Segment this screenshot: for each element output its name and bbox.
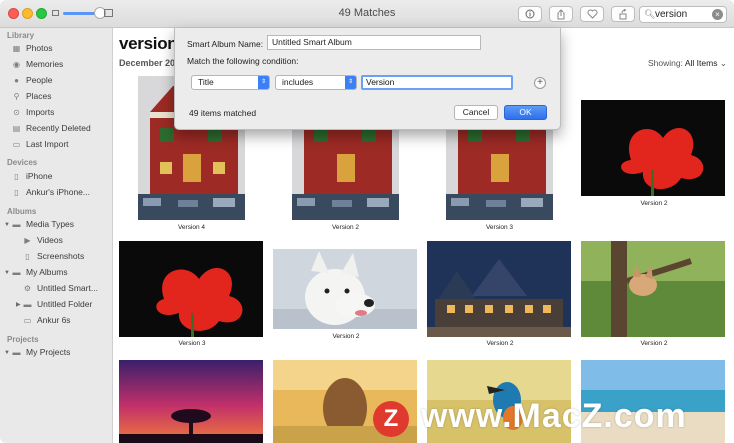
photo-thumbnail[interactable] [119,241,263,337]
sidebar-item-untitled-smart[interactable]: ⚙ Untitled Smart... [22,281,98,296]
photo-thumbnail[interactable] [119,360,263,443]
photos-window: 49 Matches 🔍︎ version × Library ▦ Photos … [0,0,734,443]
photo-caption: Version 2 [640,200,668,207]
showing-filter[interactable]: Showing: All Items ⌄ [648,58,727,69]
sidebar-item-my-albums[interactable]: ▬ My Albums [11,265,68,280]
imports-icon: ⊙ [13,108,20,117]
zoom-in-icon [104,9,113,17]
album-icon: ▭ [12,140,21,149]
sidebar-item-last-import[interactable]: ▭ Last Import [11,137,69,152]
chevron-updown-icon: ⇕ [258,76,269,89]
section-library-title: Library [7,31,35,40]
sidebar-item-imports[interactable]: ⊙ Imports [11,105,54,120]
info-button[interactable] [518,6,542,22]
photos-icon: ▦ [12,44,21,53]
cancel-button[interactable]: Cancel [454,105,498,120]
section-projects-title: Projects [7,335,39,344]
sidebar-item-photos[interactable]: ▦ Photos [11,41,53,56]
disclosure-open-icon[interactable]: ▼ [4,270,10,276]
sidebar-item-my-projects[interactable]: ▬ My Projects [11,345,71,360]
photo-thumbnail[interactable] [581,100,725,196]
search-field[interactable]: 🔍︎ version × [639,6,727,23]
photo-thumbnail[interactable] [581,241,725,337]
screenshot-icon: ▯ [25,252,30,261]
favorite-button[interactable] [580,6,604,22]
photo-thumbnail[interactable] [273,249,417,329]
disclosure-open-icon[interactable]: ▼ [4,222,10,228]
album-name-label: Smart Album Name: [187,39,264,49]
folder-icon: ▬ [12,220,21,229]
match-condition-label: Match the following condition: [187,56,299,66]
folder-icon: ▬ [12,348,21,357]
clear-search-icon[interactable]: × [712,9,723,20]
search-icon: 🔍︎ [644,9,656,19]
maximize-window-button[interactable] [36,8,47,19]
sidebar-item-iphone[interactable]: ▯ iPhone [11,169,52,184]
operator-select[interactable]: includes ⇕ [275,75,357,90]
share-button[interactable] [549,6,573,22]
rotate-icon [619,8,627,20]
people-icon: ● [14,76,19,85]
sidebar-item-ankur-6s[interactable]: ▭ Ankur 6s [22,313,71,328]
photo-caption: Version 4 [177,224,206,231]
sidebar-item-screenshots[interactable]: ▯ Screenshots [22,249,84,264]
date-subtitle: December 201 [119,58,181,68]
watermark-logo: Z [373,401,409,437]
window-title: 49 Matches [338,7,396,19]
sidebar-item-untitled-folder[interactable]: ▬ Untitled Folder [22,297,93,312]
disclosure-closed-icon[interactable]: ▶ [16,301,21,308]
album-name-input[interactable]: Untitled Smart Album [267,35,481,50]
search-input[interactable]: version [655,9,687,20]
sidebar: Library ▦ Photos ◉ Memories ● People ⚲ Place… [0,28,113,443]
trash-icon: ▤ [12,124,21,133]
add-condition-button[interactable]: + [534,77,546,89]
photo-caption: Version 3 [178,340,206,347]
gear-icon: ⚙ [23,284,32,293]
watermark-text: www.MacZ.com [421,397,687,435]
sidebar-item-recently-deleted[interactable]: ▤ Recently Deleted [11,121,91,136]
zoom-out-icon [52,10,59,16]
memories-icon: ◉ [13,60,20,69]
photo-thumbnail[interactable] [427,241,571,337]
title-bar: 49 Matches 🔍︎ version × [0,0,734,28]
heart-icon [587,9,597,19]
sidebar-item-people[interactable]: ● People [11,73,52,88]
sidebar-item-media-types[interactable]: ▬ Media Types [11,217,75,232]
disclosure-open-icon[interactable]: ▼ [4,350,10,356]
photo-caption: Version 2 [332,333,360,340]
iphone-icon: ▯ [14,172,19,181]
photo-caption: Version 2 [640,340,668,347]
condition-value-input[interactable]: Version [361,75,513,90]
sidebar-item-ankurs-iphone[interactable]: ▯ Ankur's iPhone... [11,185,90,200]
chevron-down-icon: ⌄ [719,58,727,68]
section-albums-title: Albums [7,207,37,216]
folder-icon: ▬ [23,300,32,309]
items-matched-count: 49 items matched [189,108,257,118]
chevron-updown-icon: ⇕ [345,76,356,89]
section-devices-title: Devices [7,158,38,167]
minimize-window-button[interactable] [22,8,33,19]
sidebar-item-places[interactable]: ⚲ Places [11,89,52,104]
pin-icon: ⚲ [13,92,20,101]
iphone-icon: ▯ [14,188,19,197]
page-title: version [119,34,178,53]
info-icon [525,9,535,19]
rotate-button[interactable] [611,6,635,22]
photo-caption: Version 3 [485,224,514,231]
folder-icon: ▬ [12,268,21,277]
field-select[interactable]: Title ⇕ [191,75,270,90]
sidebar-item-memories[interactable]: ◉ Memories [11,57,63,72]
ok-button[interactable]: OK [504,105,547,120]
close-window-button[interactable] [8,8,19,19]
sidebar-item-videos[interactable]: ▶ Videos [22,233,62,248]
photo-caption: Version 2 [486,340,514,347]
album-icon: ▭ [23,316,32,325]
plus-icon: + [537,77,543,88]
photo-caption: Version 2 [331,224,360,231]
video-icon: ▶ [24,236,31,245]
watermark: Z www.MacZ.com [373,397,734,441]
share-icon [557,9,565,20]
smart-album-dialog: Smart Album Name: Untitled Smart Album M… [174,28,561,130]
